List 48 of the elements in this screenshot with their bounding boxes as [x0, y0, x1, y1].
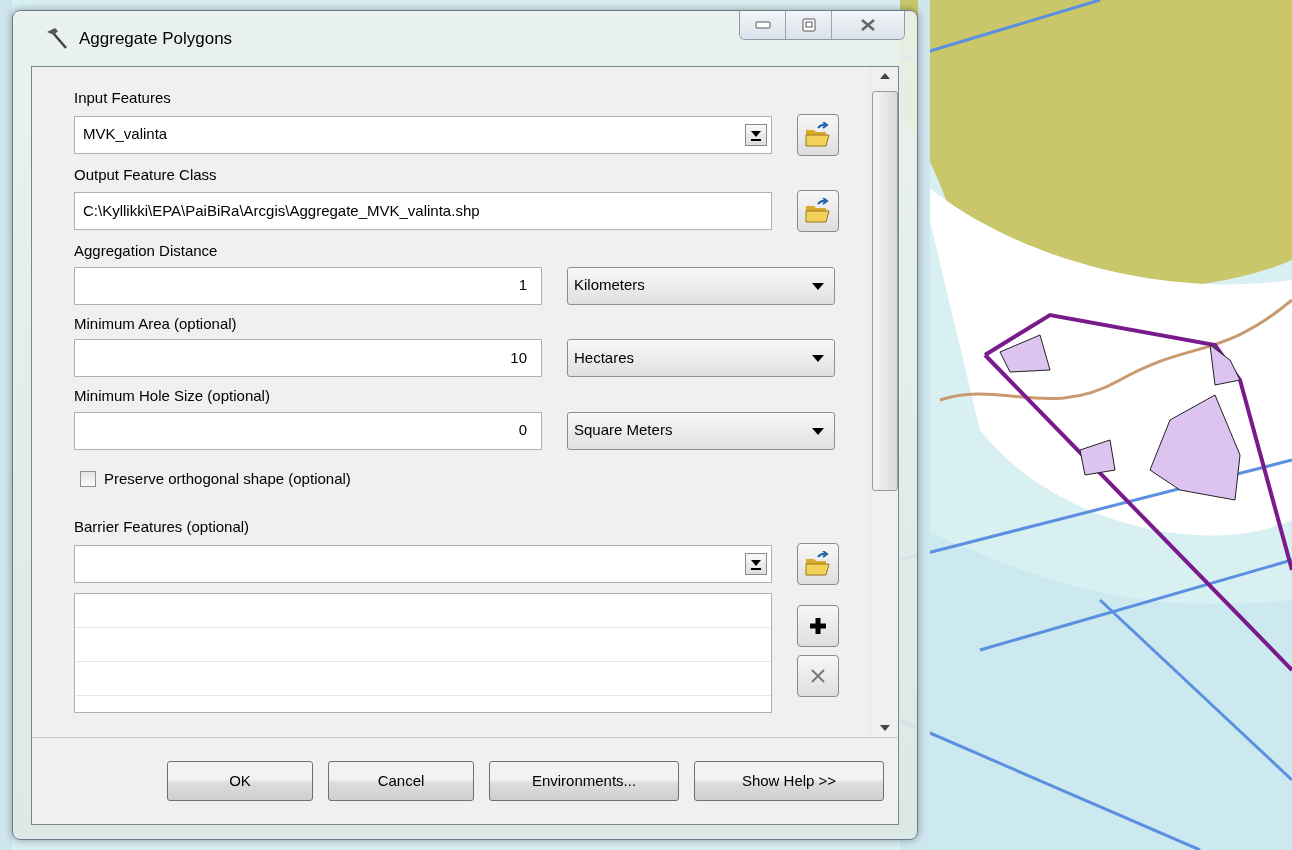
browse-button[interactable]: [797, 190, 839, 232]
minimize-button[interactable]: [740, 11, 786, 39]
scroll-down-icon: [879, 725, 890, 731]
window-title: Aggregate Polygons: [79, 27, 233, 50]
number-field[interactable]: 10: [74, 339, 542, 377]
number-field[interactable]: 1: [74, 266, 542, 305]
field-label: Input Features: [74, 88, 172, 108]
field-label: Aggregation Distance: [74, 241, 219, 261]
scroll-up-icon: [879, 73, 890, 79]
caret-icon: [812, 427, 824, 435]
folder-icon: [804, 550, 832, 577]
close-icon: [860, 18, 876, 32]
field-value: MVK_valinta: [83, 124, 168, 145]
maximize-icon: [801, 18, 816, 32]
remove-icon: [810, 667, 826, 684]
unit-dropdown[interactable]: Kilometers: [567, 266, 835, 305]
dropdown-arrow-icon: [751, 557, 761, 570]
checkbox[interactable]: [80, 470, 96, 487]
caret-icon: [812, 282, 824, 290]
show-help-button[interactable]: Show Help >>: [694, 761, 884, 801]
scroll-thumb[interactable]: [871, 91, 898, 491]
browse-button[interactable]: [797, 542, 839, 585]
dropdown-field[interactable]: MVK_valinta: [74, 115, 772, 154]
folder-icon: [804, 121, 832, 148]
folder-icon: [804, 198, 832, 224]
checkbox-label: Preserve orthogonal shape (optional): [104, 468, 351, 489]
browse-button[interactable]: [797, 113, 839, 156]
cancel-button[interactable]: Cancel: [328, 761, 474, 801]
minimize-icon: [754, 21, 771, 29]
environments-button[interactable]: Environments...: [489, 761, 679, 801]
plus-icon: [808, 615, 828, 636]
remove-button[interactable]: [797, 654, 839, 697]
scrollbar[interactable]: [870, 67, 898, 737]
close-button[interactable]: [832, 11, 904, 39]
text-field[interactable]: C:\Kyllikki\EPA\PaiBiRa\Arcgis\Aggregate_MVK_valinta.shp: [74, 192, 772, 230]
caret-icon: [812, 355, 824, 363]
field-label: Minimum Area (optional): [74, 313, 238, 334]
add-button[interactable]: [797, 604, 839, 647]
ok-button[interactable]: OK: [167, 761, 313, 801]
unit-dropdown[interactable]: Hectares: [567, 339, 835, 377]
maximize-button[interactable]: [786, 11, 832, 39]
dropdown-arrow-icon: [751, 128, 761, 141]
dropdown-field[interactable]: [74, 544, 772, 583]
unit-dropdown[interactable]: Square Meters: [567, 411, 835, 450]
field-label: Output Feature Class: [74, 164, 218, 185]
field-label: Minimum Hole Size (optional): [74, 386, 271, 406]
number-field[interactable]: 0: [74, 411, 542, 450]
field-label: Barrier Features (optional): [74, 517, 251, 537]
